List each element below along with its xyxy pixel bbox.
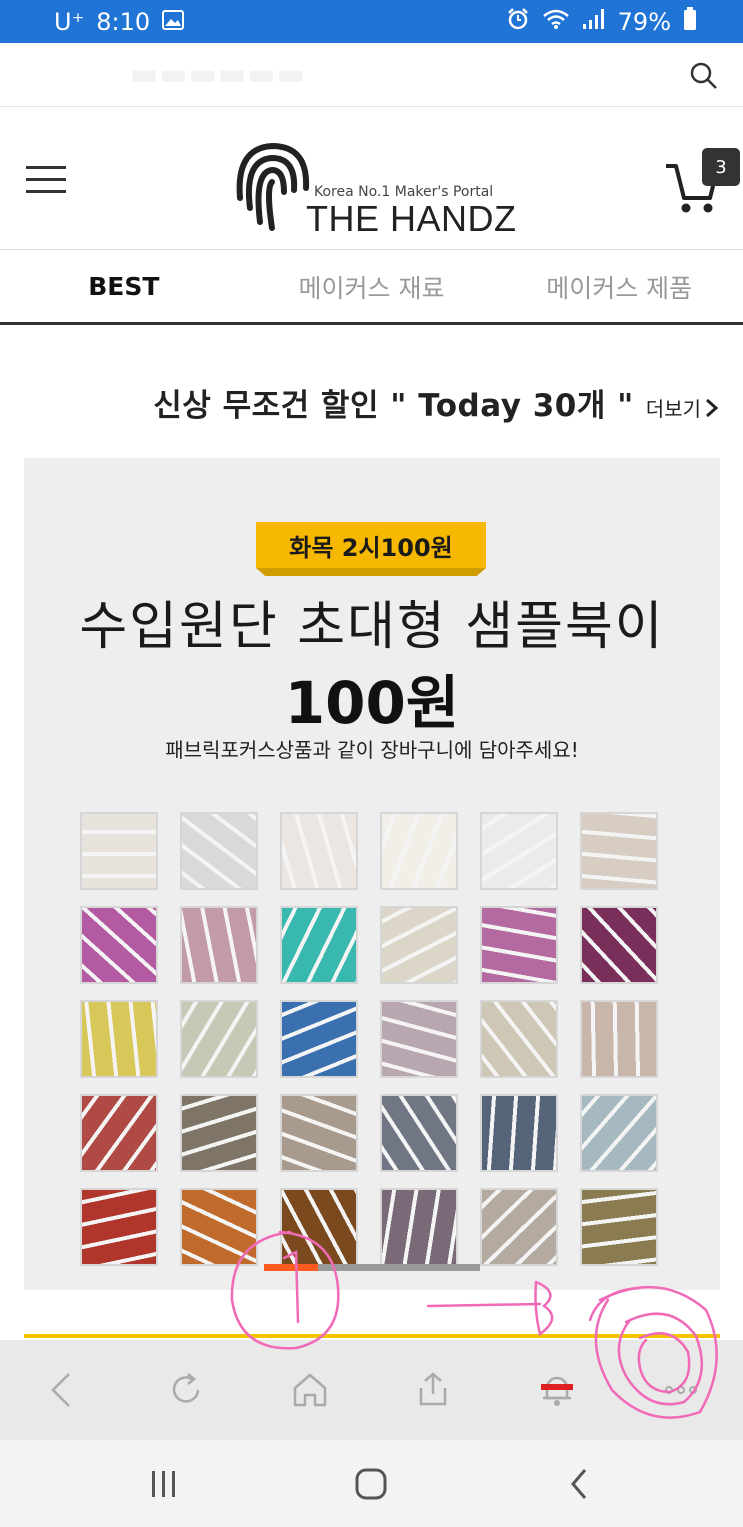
chevron-right-icon	[706, 398, 719, 417]
fabric-swatch	[480, 1094, 558, 1172]
fabric-swatch	[180, 1094, 258, 1172]
fabric-swatch	[180, 906, 258, 984]
gallery-icon	[162, 8, 185, 36]
fabric-swatch	[180, 1000, 258, 1078]
promo-time-badge: 화목 2시100원	[256, 522, 486, 568]
search-icon[interactable]	[689, 61, 719, 91]
notification-icon[interactable]	[527, 1360, 587, 1420]
fingerprint-icon	[236, 142, 310, 231]
fabric-swatch	[580, 1188, 658, 1266]
tab-best[interactable]: BEST	[0, 251, 248, 322]
fabric-swatch	[580, 812, 658, 890]
fabric-swatch	[280, 1188, 358, 1266]
fabric-swatch	[80, 906, 158, 984]
banner-price: 100원	[284, 669, 460, 737]
back-nav-icon[interactable]	[539, 1454, 619, 1514]
recent-apps-icon[interactable]	[124, 1454, 204, 1514]
browser-toolbar	[0, 1340, 743, 1440]
fabric-swatch-grid	[80, 812, 660, 1266]
home-nav-icon[interactable]	[331, 1454, 411, 1514]
fabric-swatch	[480, 1000, 558, 1078]
fabric-swatch	[280, 1094, 358, 1172]
tab-makers-products[interactable]: 메이커스 제품	[495, 251, 743, 322]
wifi-icon	[542, 8, 570, 36]
promo-banner[interactable]: 화목 2시100원 수입원단 초대형 샘플북이 100원 패브릭포커스상품과 같…	[24, 458, 720, 1290]
section-header: 신상 무조건 할인 " Today 30개 " 더보기	[153, 380, 721, 425]
fabric-swatch	[80, 812, 158, 890]
fabric-swatch	[280, 1000, 358, 1078]
more-label: 더보기	[645, 397, 701, 421]
slide-progress-fill	[264, 1264, 318, 1271]
status-bar: U⁺ 8:10 79%	[0, 0, 743, 43]
share-icon[interactable]	[403, 1360, 463, 1420]
menu-icon[interactable]	[26, 166, 66, 196]
home-icon[interactable]	[280, 1360, 340, 1420]
fabric-swatch	[480, 812, 558, 890]
battery-percent: 79%	[617, 7, 671, 36]
fabric-swatch	[580, 1000, 658, 1078]
fabric-swatch	[380, 906, 458, 984]
fabric-swatch	[380, 1188, 458, 1266]
battery-icon	[683, 6, 697, 37]
carrier-label: U⁺	[54, 7, 85, 36]
refresh-icon[interactable]	[156, 1360, 216, 1420]
system-navigation-bar	[0, 1440, 743, 1527]
cart-button[interactable]: 3	[664, 148, 740, 218]
fabric-swatch	[380, 1000, 458, 1078]
clock: 8:10	[96, 7, 151, 36]
fabric-swatch	[80, 1094, 158, 1172]
fabric-swatch	[480, 1188, 558, 1266]
fabric-swatch	[380, 1094, 458, 1172]
slide-progress-bar	[264, 1264, 480, 1271]
banner-title: 수입원단 초대형 샘플북이	[79, 597, 665, 657]
annotation-arrow-shaft	[426, 1302, 542, 1308]
section-divider	[24, 1334, 720, 1338]
back-icon[interactable]	[32, 1360, 92, 1420]
fabric-swatch	[80, 1188, 158, 1266]
cart-count-badge: 3	[702, 148, 740, 186]
fabric-swatch	[580, 906, 658, 984]
logo-wordmark: THE HANDZ	[306, 198, 517, 239]
category-tabs: BEST 메이커스 재료 메이커스 제품	[0, 251, 743, 325]
fabric-swatch	[280, 906, 358, 984]
fabric-swatch	[380, 812, 458, 890]
tab-makers-materials[interactable]: 메이커스 재료	[248, 251, 496, 322]
banner-subtitle: 패브릭포커스상품과 같이 장바구니에 담아주세요!	[165, 738, 579, 762]
fabric-swatch	[180, 812, 258, 890]
more-icon[interactable]	[651, 1360, 711, 1420]
more-link[interactable]: 더보기	[646, 393, 721, 422]
alarm-icon	[506, 7, 530, 37]
signal-icon	[582, 8, 606, 36]
fabric-swatch	[280, 812, 358, 890]
fabric-swatch	[580, 1094, 658, 1172]
fabric-swatch	[80, 1000, 158, 1078]
search-placeholder-ghost: ▬▬▬▬▬▬	[130, 57, 307, 92]
site-logo[interactable]: Korea No.1 Maker's Portal THE HANDZ	[232, 138, 522, 239]
fabric-swatch	[480, 906, 558, 984]
site-header: Korea No.1 Maker's Portal THE HANDZ 3	[0, 108, 743, 250]
search-bar[interactable]: ▬▬▬▬▬▬	[0, 43, 743, 107]
fabric-swatch	[180, 1188, 258, 1266]
section-title: 신상 무조건 할인 " Today 30개 "	[153, 388, 634, 424]
